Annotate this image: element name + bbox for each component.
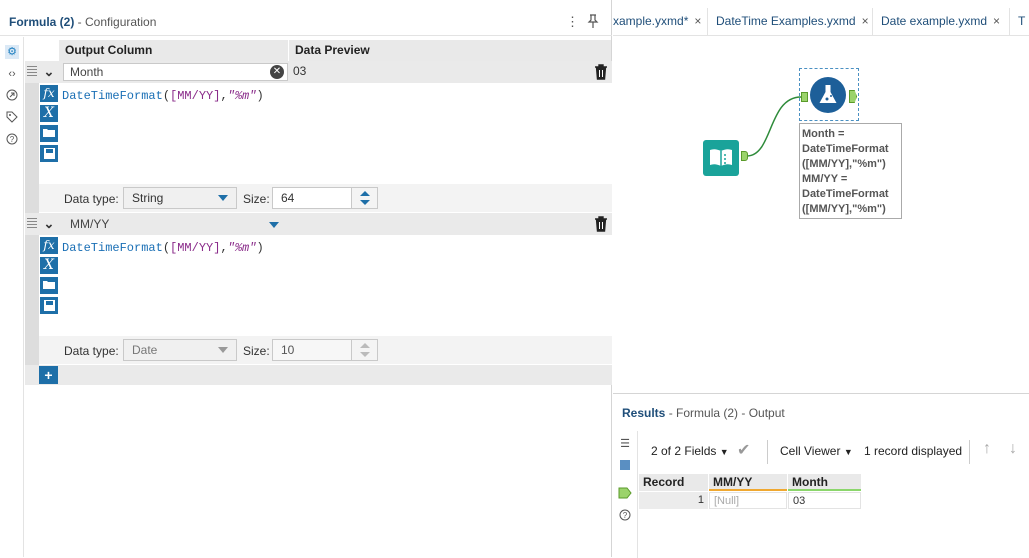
mmyy-cell[interactable]: [Null] (709, 492, 787, 509)
dropdown-caret-icon[interactable] (269, 222, 279, 228)
list-icon[interactable]: ☰ (618, 437, 632, 451)
fields-selector[interactable]: 2 of 2 Fields ▼ (651, 444, 729, 458)
expression-text[interactable]: DateTimeFormat([MM/YY],"%m") (62, 241, 264, 255)
variable-icon[interactable]: X (40, 257, 58, 274)
output-field-select[interactable]: MM/YY (63, 215, 288, 233)
size-spinner[interactable] (351, 339, 378, 361)
close-icon[interactable]: × (993, 14, 1000, 28)
expression-text[interactable]: DateTimeFormat([MM/YY],"%m") (62, 89, 264, 103)
input-anchor[interactable] (801, 92, 808, 102)
tab-overflow[interactable]: T (1010, 8, 1029, 35)
pin-icon[interactable] (587, 14, 599, 31)
chevron-down-icon[interactable]: ⌄ (41, 64, 57, 80)
config-side-rail: ⚙ ‹› ? (0, 37, 24, 557)
annotation-icon[interactable] (5, 89, 19, 103)
data-type-select[interactable]: String (123, 187, 237, 209)
data-preview-header: Data Preview (289, 40, 611, 61)
output-field-input[interactable]: Month ✕ (63, 63, 288, 81)
results-title: Results - Formula (2) - Output (622, 406, 785, 420)
arrow-down-icon[interactable]: ↓ (1009, 440, 1017, 458)
results-panel: Results - Formula (2) - Output ☰ ? 2 of … (613, 393, 1029, 558)
size-spinner[interactable] (351, 187, 378, 209)
cell-viewer-selector[interactable]: Cell Viewer ▼ (780, 444, 853, 458)
data-type-select[interactable]: Date (123, 339, 237, 361)
workflow-canvas[interactable]: Month = DateTimeFormat ([MM/YY],"%m") MM… (613, 37, 1029, 393)
message-icon[interactable] (618, 459, 632, 473)
chevron-down-icon[interactable]: ⌄ (41, 216, 57, 232)
input-data-tool[interactable] (703, 140, 739, 176)
open-folder-icon[interactable] (40, 125, 58, 142)
workflow-tabs: xample.yxmd* × DateTime Examples.yxmd × Da… (613, 8, 1029, 36)
column-header-month[interactable]: Month (788, 474, 861, 491)
add-formula-button[interactable]: + (39, 366, 58, 384)
data-type-row: Data type: Date Size: 10 (39, 336, 612, 364)
trash-icon[interactable] (594, 64, 608, 80)
tab-example[interactable]: xample.yxmd* × (613, 8, 708, 35)
svg-text:?: ? (623, 511, 628, 520)
clear-icon[interactable]: ✕ (270, 65, 284, 79)
expression-editor[interactable]: fx X DateTimeFormat([MM/YY],"%m") Data t… (25, 235, 612, 365)
results-side-rail: ☰ ? (613, 431, 638, 558)
record-count: 1 record displayed (864, 444, 963, 458)
tool-annotation: Month = DateTimeFormat ([MM/YY],"%m") MM… (799, 123, 902, 219)
open-folder-icon[interactable] (40, 277, 58, 294)
tag-icon[interactable] (5, 111, 19, 125)
add-formula-row: + (25, 365, 612, 385)
configuration-panel: Formula (2) - Configuration ⋮ ⚙ ‹› ? Out… (0, 0, 612, 557)
check-icon[interactable]: ✔ (737, 440, 750, 460)
expression-editor[interactable]: fx X DateTimeFormat([MM/YY],"%m") Data t… (25, 83, 612, 213)
svg-text:?: ? (10, 135, 15, 144)
save-icon[interactable] (40, 145, 58, 162)
gear-icon[interactable]: ⚙ (5, 45, 19, 59)
more-options-icon[interactable]: ⋮ (566, 14, 579, 30)
fx-icon[interactable]: fx (40, 85, 58, 102)
flask-icon (819, 85, 837, 103)
data-type-row: Data type: String Size: 64 (39, 184, 612, 212)
formula-row-header: ⌄ Month ✕ 03 (25, 61, 612, 83)
size-input[interactable]: 64 (272, 187, 352, 209)
close-icon[interactable]: × (694, 14, 701, 28)
book-icon (710, 149, 732, 166)
help-icon[interactable]: ? (5, 133, 19, 147)
configuration-header: Formula (2) - Configuration ⋮ (0, 8, 612, 36)
output-column-header: Output Column (59, 40, 288, 61)
trash-icon[interactable] (594, 216, 608, 232)
tab-datetime-examples[interactable]: DateTime Examples.yxmd × (708, 8, 873, 35)
column-header-mmyy[interactable]: MM/YY (709, 474, 787, 491)
tab-date-example[interactable]: Date example.yxmd × (873, 8, 1010, 35)
code-icon[interactable]: ‹› (5, 67, 19, 81)
month-cell[interactable]: 03 (788, 492, 861, 509)
drag-handle-icon[interactable] (27, 66, 37, 77)
output-anchor-icon[interactable] (617, 487, 633, 501)
configuration-title: Formula (2) - Configuration (9, 15, 157, 29)
variable-icon[interactable]: X (40, 105, 58, 122)
save-icon[interactable] (40, 297, 58, 314)
help-icon[interactable]: ? (618, 509, 632, 523)
results-toolbar: 2 of 2 Fields ▼ ✔ Cell Viewer ▼ 1 record… (639, 432, 1029, 472)
chevron-down-icon: ▼ (843, 447, 853, 457)
record-cell: 1 (639, 492, 708, 509)
fx-icon[interactable]: fx (40, 237, 58, 254)
drag-handle-icon[interactable] (27, 218, 37, 229)
formula-row-header: ⌄ MM/YY (25, 213, 612, 235)
formula-tool[interactable] (810, 77, 846, 113)
chevron-down-icon: ▼ (719, 447, 729, 457)
close-icon[interactable]: × (862, 14, 869, 28)
data-preview-value: 03 (293, 64, 307, 78)
size-input[interactable]: 10 (272, 339, 352, 361)
arrow-up-icon[interactable]: ↑ (983, 440, 991, 458)
column-header-record[interactable]: Record (639, 474, 708, 491)
output-anchor[interactable] (741, 151, 748, 161)
